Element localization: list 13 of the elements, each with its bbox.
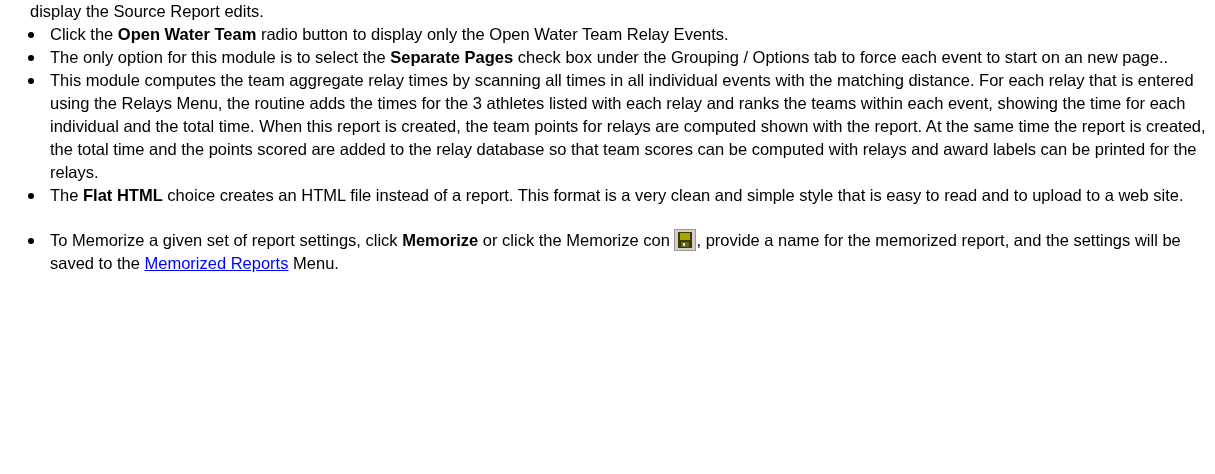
save-icon bbox=[674, 229, 697, 251]
link[interactable]: Memorized Reports bbox=[144, 254, 289, 272]
paragraph: This module computes the team aggregate relay times by scanning all times in all individual events with the matching distance. For each relay that is entered using the Relays Menu, the routine adds the times for the 3 athletes listed with each relay and ranks the teams within each event, showing the time for each individual and the total time. When this report is created, the team points for relays are computed shown with the report. At the same time the report is created, the total time and the points scored are added to the relay database so that team scores can be computed with relays and award labels can be printed for the relays. bbox=[50, 70, 1207, 183]
bullet-icon bbox=[28, 32, 34, 38]
paragraph: To Memorize a given set of report settings, click Memorize or click the Memorize con , provide a name for the memorized report, and the settings will be saved to the Memorized Reports Menu. bbox=[50, 229, 1182, 274]
bullet-icon bbox=[28, 55, 34, 61]
paragraph: The Flat HTML choice creates an HTML file instead of a report. This format is a very clean and simple style that is easy to read and to upload to a web site. bbox=[50, 185, 1184, 206]
bullet-icon bbox=[28, 238, 34, 244]
bullet-icon bbox=[28, 78, 34, 84]
bullet-icon bbox=[28, 193, 34, 199]
paragraph: display the Source Report edits. bbox=[30, 1, 265, 22]
paragraph: The only option for this module is to select the Separate Pages check box under the Grouping / Options tab to force each event to start on an new page.. bbox=[50, 47, 1169, 68]
paragraph: Click the Open Water Team radio button to display only the Open Water Team Relay Events. bbox=[50, 24, 729, 45]
